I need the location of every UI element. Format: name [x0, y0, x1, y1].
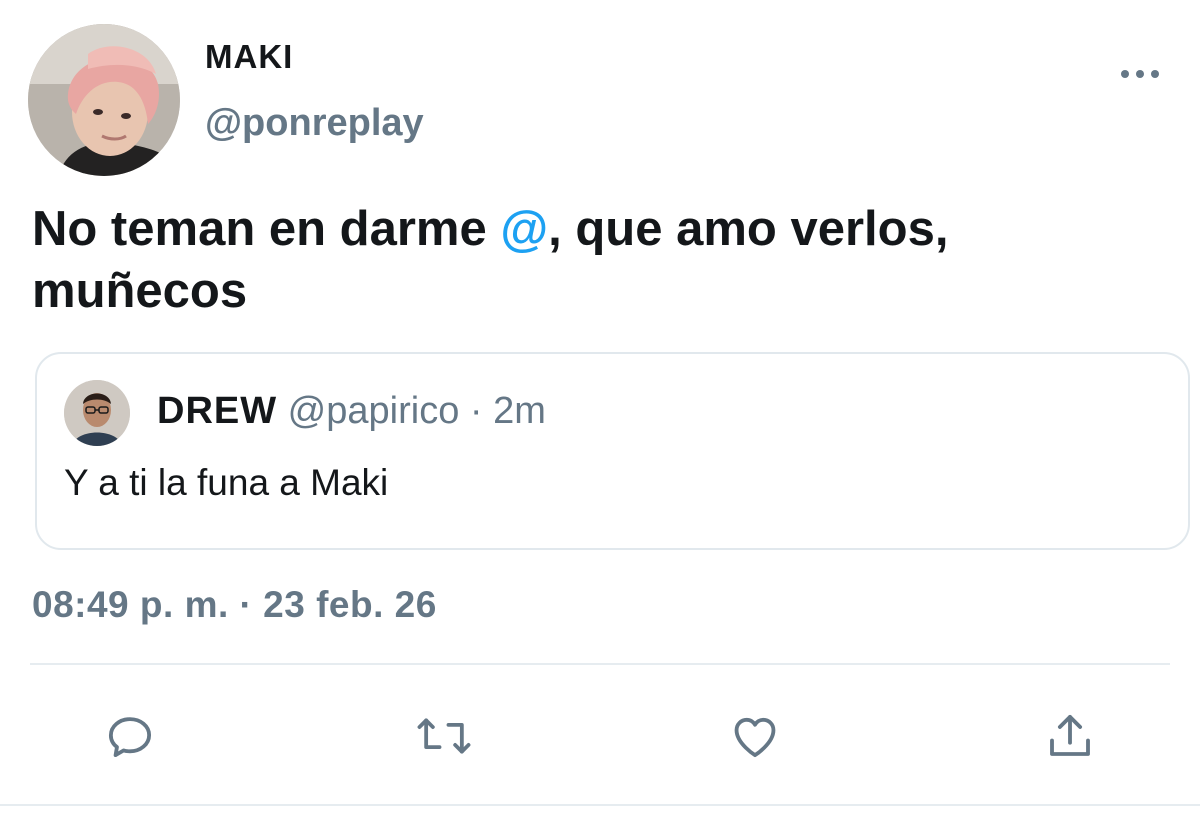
- timestamp-separator: ·: [239, 584, 253, 625]
- author-handle[interactable]: @ponreplay: [205, 102, 424, 145]
- quoted-tweet-text: Y a ti la funa a Maki: [64, 462, 389, 503]
- more-horizontal-icon: [1121, 70, 1159, 78]
- retweet-icon: [417, 718, 471, 754]
- tweet-mention-link[interactable]: @: [500, 202, 548, 256]
- quoted-author-handle[interactable]: @papirico: [288, 390, 460, 432]
- quoted-author-avatar[interactable]: [64, 380, 130, 446]
- quoted-author-avatar-image: [64, 380, 130, 446]
- like-button[interactable]: [725, 706, 785, 766]
- author-avatar-image: [28, 24, 180, 176]
- tweet: MAKI @ponreplay No teman en darme @, que…: [0, 0, 1200, 823]
- quoted-separator: ·: [469, 390, 483, 432]
- tweet-timestamp[interactable]: 08:49 p. m. · 23 feb. 26: [32, 584, 437, 626]
- author-display-name[interactable]: MAKI: [205, 38, 293, 76]
- author-avatar[interactable]: [28, 24, 180, 176]
- retweet-button[interactable]: [414, 706, 474, 766]
- share-button[interactable]: [1040, 706, 1100, 766]
- bottom-divider: [0, 804, 1200, 806]
- timestamp-time: 08:49 p. m.: [32, 584, 229, 625]
- reply-button[interactable]: [100, 706, 160, 766]
- reply-icon: [108, 717, 152, 758]
- timestamp-date: 23 feb. 26: [263, 584, 437, 625]
- tweet-text-before: No teman en darme: [32, 202, 501, 256]
- quoted-author-display-name[interactable]: DREW: [157, 390, 277, 432]
- quoted-tweet-header: DREW @papirico · 2m: [157, 390, 546, 433]
- heart-icon: [734, 717, 776, 758]
- tweet-text: No teman en darme @, que amo verlos, muñ…: [32, 198, 1172, 322]
- share-icon: [1050, 714, 1090, 756]
- divider: [30, 663, 1170, 665]
- more-options-button[interactable]: [1112, 60, 1168, 88]
- quoted-tweet-card[interactable]: DREW @papirico · 2m Y a ti la funa a Mak…: [35, 352, 1190, 550]
- quoted-tweet-age: 2m: [493, 390, 546, 432]
